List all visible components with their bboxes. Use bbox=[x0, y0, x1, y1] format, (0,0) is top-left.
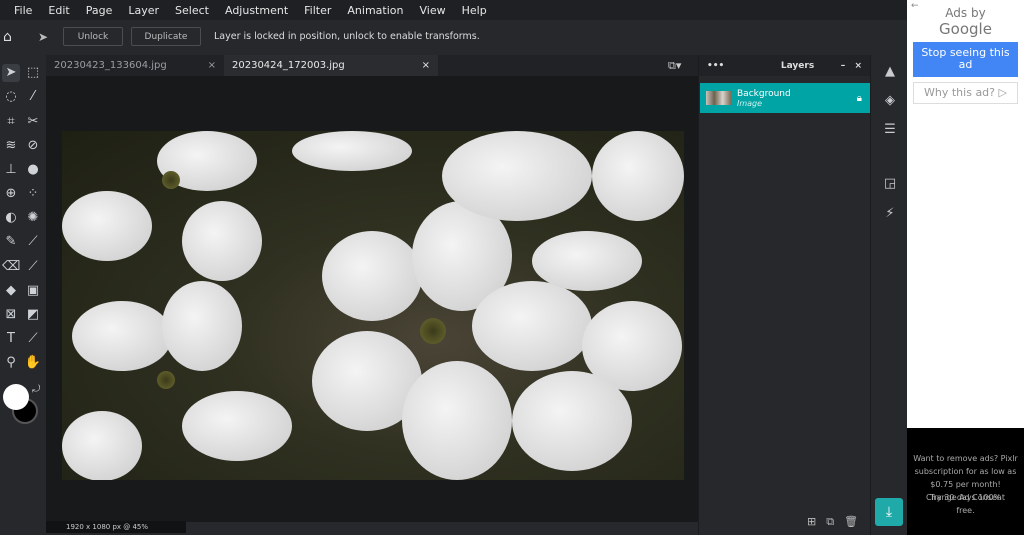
download-icon[interactable]: ⤓ bbox=[875, 498, 903, 526]
delete-layer-icon[interactable]: 🗑︎ bbox=[844, 515, 858, 529]
zoom-magnifier-icon[interactable]: ⚲ bbox=[2, 354, 20, 372]
layers-icon[interactable]: ◈ bbox=[881, 93, 899, 111]
menu-layer[interactable]: Layer bbox=[128, 4, 159, 17]
liquify-icon[interactable]: ≋ bbox=[2, 137, 20, 155]
options-toolbar: ⌂ ➤ Unlock Duplicate Layer is locked in … bbox=[0, 20, 907, 53]
unlock-button[interactable]: Unlock bbox=[63, 27, 123, 46]
duplicate-layer-icon[interactable]: ⧉ bbox=[826, 515, 834, 529]
blur-drop-icon[interactable]: ● bbox=[24, 161, 42, 179]
gradient-icon[interactable]: ▣ bbox=[24, 282, 42, 300]
eraser-icon[interactable]: ⌫ bbox=[2, 258, 20, 276]
google-logo: Google bbox=[939, 20, 992, 38]
tab-label: 20230424_172003.jpg bbox=[232, 60, 345, 71]
scatter-dots-icon[interactable]: ⁘ bbox=[24, 185, 42, 203]
menu-view[interactable]: View bbox=[419, 4, 445, 17]
minimize-icon[interactable]: – bbox=[841, 61, 846, 71]
cutout-scissors-icon[interactable]: ✂ bbox=[24, 113, 42, 131]
menu-edit[interactable]: Edit bbox=[48, 4, 69, 17]
menu-animation[interactable]: Animation bbox=[347, 4, 403, 17]
magic-wand-icon[interactable]: ⁄ bbox=[24, 88, 42, 106]
layer-thumbnail bbox=[706, 91, 731, 105]
layer-name: Background bbox=[737, 88, 791, 99]
menu-file[interactable]: File bbox=[14, 4, 32, 17]
pencil-icon[interactable]: ✎ bbox=[2, 233, 20, 251]
why-this-ad-button[interactable]: Why this ad? ▷ bbox=[913, 82, 1018, 104]
right-icon-strip: ▲ ◈ ☰ ◲ ⚡︎ bbox=[870, 55, 907, 535]
menu-adjustment[interactable]: Adjustment bbox=[225, 4, 288, 17]
layer-item-background[interactable]: Background Image 🔒︎ bbox=[700, 83, 870, 113]
arrange-tool-icon[interactable]: ➤ bbox=[2, 64, 20, 82]
stop-seeing-ad-button[interactable]: Stop seeing this ad bbox=[913, 42, 1018, 77]
photo-canvas[interactable] bbox=[62, 131, 684, 480]
tools-panel: ➤ ⬚ ◌ ⁄ ⌗ ✂ ≋ ⊘ ⊥ ● ⊕ ⁘ ◐ ✺ ✎ ⟋ ⌫ ⟋ ◆ ▣ … bbox=[0, 55, 46, 535]
dodge-burn-icon[interactable]: ◐ bbox=[2, 209, 20, 227]
add-layer-icon[interactable]: ⊞ bbox=[807, 515, 816, 529]
arrange-tool-icon: ➤ bbox=[37, 29, 49, 44]
sponge-icon[interactable]: ✺ bbox=[24, 209, 42, 227]
menu-filter[interactable]: Filter bbox=[304, 4, 331, 17]
menu-help[interactable]: Help bbox=[462, 4, 487, 17]
color-replace-icon[interactable]: ⟋ bbox=[24, 258, 42, 276]
image-size-status: 1920 x 1080 px @ 45% bbox=[46, 521, 186, 533]
brush-icon[interactable]: ⟋ bbox=[24, 233, 42, 251]
placeholder-frame-icon[interactable]: ⊠ bbox=[2, 306, 20, 324]
text-tool-icon[interactable]: T bbox=[2, 330, 20, 348]
navigator-icon[interactable]: ▲ bbox=[881, 64, 899, 82]
eyedropper-icon[interactable]: ⟋ bbox=[24, 330, 42, 348]
ads-by-label: Ads by bbox=[945, 6, 986, 20]
fill-bucket-icon[interactable]: ◆ bbox=[2, 282, 20, 300]
menu-page[interactable]: Page bbox=[86, 4, 113, 17]
properties-icon[interactable]: ◲ bbox=[881, 176, 899, 194]
tab-close-icon[interactable]: × bbox=[208, 60, 216, 71]
swap-colors-icon[interactable]: ⤾ bbox=[32, 384, 40, 395]
window-arrange-icon[interactable]: ⧉▾ bbox=[668, 55, 698, 76]
menu-select[interactable]: Select bbox=[175, 4, 209, 17]
lock-icon[interactable]: 🔒︎ bbox=[857, 93, 862, 104]
close-icon[interactable]: × bbox=[854, 61, 862, 71]
grid-sphere-icon[interactable]: ⊕ bbox=[2, 185, 20, 203]
tab-label: 20230423_133604.jpg bbox=[54, 60, 167, 71]
ad-panel: ← Ads by Google Stop seeing this ad Why … bbox=[907, 0, 1024, 428]
lasso-tool-icon[interactable]: ◌ bbox=[2, 88, 20, 106]
clone-stamp-icon[interactable]: ⊥ bbox=[2, 161, 20, 179]
marquee-tool-icon[interactable]: ⬚ bbox=[24, 64, 42, 82]
layers-header: ••• Layers – × bbox=[699, 55, 870, 76]
heal-bandage-icon[interactable]: ⊘ bbox=[24, 137, 42, 155]
tab-20230424[interactable]: 20230424_172003.jpg × bbox=[224, 55, 438, 76]
duplicate-button[interactable]: Duplicate bbox=[131, 27, 201, 46]
layers-panel: ••• Layers – × Background Image 🔒︎ ⊞ ⧉ 🗑… bbox=[698, 55, 870, 535]
foreground-color-swatch[interactable] bbox=[3, 384, 29, 410]
layers-title: Layers bbox=[780, 60, 815, 71]
home-icon[interactable]: ⌂ bbox=[3, 29, 25, 45]
history-icon[interactable]: ☰ bbox=[881, 122, 899, 140]
lock-message: Layer is locked in position, unlock to e… bbox=[214, 31, 480, 42]
crop-tool-icon[interactable]: ⌗ bbox=[2, 113, 20, 131]
tab-20230423[interactable]: 20230423_133604.jpg × bbox=[46, 55, 224, 76]
ad-back-icon[interactable]: ← bbox=[911, 1, 919, 11]
hand-pan-icon[interactable]: ✋ bbox=[24, 354, 42, 372]
remove-ads-text: Want to remove ads? Pixlr subscription f… bbox=[913, 454, 1018, 489]
remove-ads-promo: Want to remove ads? Pixlr subscription f… bbox=[907, 428, 1024, 535]
tab-close-icon[interactable]: × bbox=[422, 60, 430, 71]
document-tabs: 20230423_133604.jpg × 20230424_172003.jp… bbox=[46, 55, 698, 76]
quick-action-icon[interactable]: ⚡︎ bbox=[881, 206, 899, 224]
menu-bar: File Edit Page Layer Select Adjustment F… bbox=[0, 0, 907, 20]
change-ad-consent-link[interactable]: Change Ad Consent bbox=[907, 491, 1024, 504]
layer-type: Image bbox=[737, 98, 763, 108]
shape-icon[interactable]: ◩ bbox=[24, 306, 42, 324]
layers-more-icon[interactable]: ••• bbox=[707, 61, 724, 71]
